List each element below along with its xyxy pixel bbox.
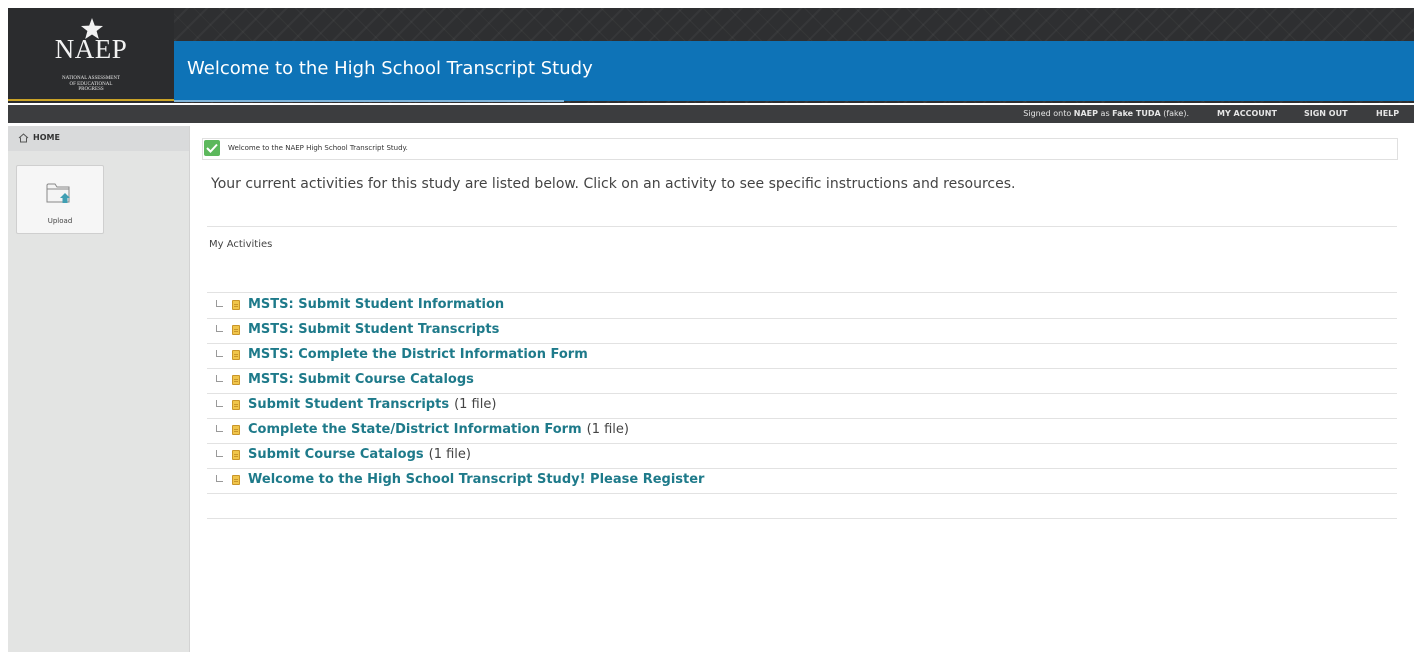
activity-title[interactable]: Submit Student Transcripts	[248, 397, 449, 412]
signed-user: Fake TUDA	[1112, 109, 1161, 118]
document-icon	[232, 400, 240, 410]
document-icon	[232, 350, 240, 360]
success-alert: Welcome to the NAEP High School Transcri…	[202, 138, 1398, 160]
list-item: Complete the State/District Information …	[207, 418, 1397, 444]
activity-title[interactable]: Complete the State/District Information …	[248, 422, 582, 437]
tree-branch	[216, 425, 223, 432]
tree-branch	[216, 325, 223, 332]
list-item: MSTS: Submit Student Transcripts	[207, 318, 1397, 344]
activity-link[interactable]: MSTS: Submit Student Transcripts	[248, 322, 504, 337]
site-header: NAEP NATIONAL ASSESSMENT OF EDUCATIONAL …	[8, 8, 1414, 103]
sign-out-link[interactable]: SIGN OUT	[1304, 109, 1348, 118]
list-item: MSTS: Submit Course Catalogs	[207, 368, 1397, 394]
intro-text: Your current activities for this study a…	[211, 176, 1016, 192]
file-count: (1 file)	[454, 397, 497, 412]
list-item: Submit Student Transcripts (1 file)	[207, 393, 1397, 419]
activity-title[interactable]: MSTS: Submit Student Transcripts	[248, 322, 499, 337]
upload-label: Upload	[47, 217, 73, 225]
activity-link[interactable]: MSTS: Submit Student Information	[248, 297, 509, 312]
activity-title[interactable]: Welcome to the High School Transcript St…	[248, 472, 704, 487]
signed-prefix: Signed onto	[1023, 109, 1074, 118]
my-account-link[interactable]: MY ACCOUNT	[1217, 109, 1277, 118]
activity-title[interactable]: MSTS: Submit Student Information	[248, 297, 504, 312]
folder-upload-icon	[46, 183, 70, 203]
check-icon	[204, 140, 220, 156]
signed-middle: as	[1098, 109, 1113, 118]
logo-underline	[8, 99, 174, 101]
signed-suffix: (fake).	[1160, 109, 1189, 118]
activity-link[interactable]: MSTS: Submit Course Catalogs	[248, 372, 479, 387]
activity-title[interactable]: MSTS: Submit Course Catalogs	[248, 372, 474, 387]
activity-title[interactable]: Submit Course Catalogs	[248, 447, 424, 462]
document-icon	[232, 300, 240, 310]
document-icon	[232, 325, 240, 335]
tree-branch	[216, 300, 223, 307]
sidebar: HOME Upload	[8, 126, 190, 652]
tree-branch	[216, 375, 223, 382]
title-banner: Welcome to the High School Transcript St…	[174, 41, 1414, 102]
logo-wordmark: NAEP	[54, 34, 128, 64]
tree-branch	[216, 475, 223, 482]
document-icon	[232, 475, 240, 485]
activity-title[interactable]: MSTS: Complete the District Information …	[248, 347, 588, 362]
naep-logo[interactable]: NAEP NATIONAL ASSESSMENT OF EDUCATIONAL …	[8, 8, 174, 103]
tree-branch	[216, 400, 223, 407]
document-icon	[232, 450, 240, 460]
divider	[207, 226, 1397, 227]
tree-branch	[216, 450, 223, 457]
divider	[207, 518, 1397, 519]
sidebar-item-label: HOME	[33, 133, 60, 142]
list-item: MSTS: Complete the District Information …	[207, 343, 1397, 369]
activity-link[interactable]: MSTS: Complete the District Information …	[248, 347, 593, 362]
logo-subtitle: NATIONAL ASSESSMENT OF EDUCATIONAL PROGR…	[61, 76, 120, 92]
list-item: Submit Course Catalogs (1 file)	[207, 443, 1397, 469]
alert-message: Welcome to the NAEP High School Transcri…	[228, 144, 408, 152]
banner-underline	[174, 100, 564, 102]
list-item: MSTS: Submit Student Information	[207, 293, 1397, 319]
file-count: (1 file)	[428, 447, 471, 462]
signed-in-status: Signed onto NAEP as Fake TUDA (fake).	[1023, 109, 1189, 118]
help-link[interactable]: HELP	[1376, 109, 1399, 118]
section-heading: My Activities	[209, 239, 273, 250]
list-item: Welcome to the High School Transcript St…	[207, 468, 1397, 494]
document-icon	[232, 375, 240, 385]
file-count: (1 file)	[586, 422, 629, 437]
activity-link[interactable]: Submit Course Catalogs (1 file)	[248, 447, 471, 462]
document-icon	[232, 425, 240, 435]
page-title: Welcome to the High School Transcript St…	[187, 58, 593, 79]
tree-branch	[216, 350, 223, 357]
activity-link[interactable]: Submit Student Transcripts (1 file)	[248, 397, 496, 412]
top-nav-bar: Signed onto NAEP as Fake TUDA (fake). MY…	[8, 105, 1414, 123]
activity-link[interactable]: Welcome to the High School Transcript St…	[248, 472, 709, 487]
sidebar-item-home[interactable]: HOME	[8, 126, 189, 151]
signed-system: NAEP	[1073, 109, 1099, 118]
upload-button[interactable]: Upload	[16, 165, 104, 234]
home-icon	[18, 133, 29, 143]
activity-link[interactable]: Complete the State/District Information …	[248, 422, 629, 437]
